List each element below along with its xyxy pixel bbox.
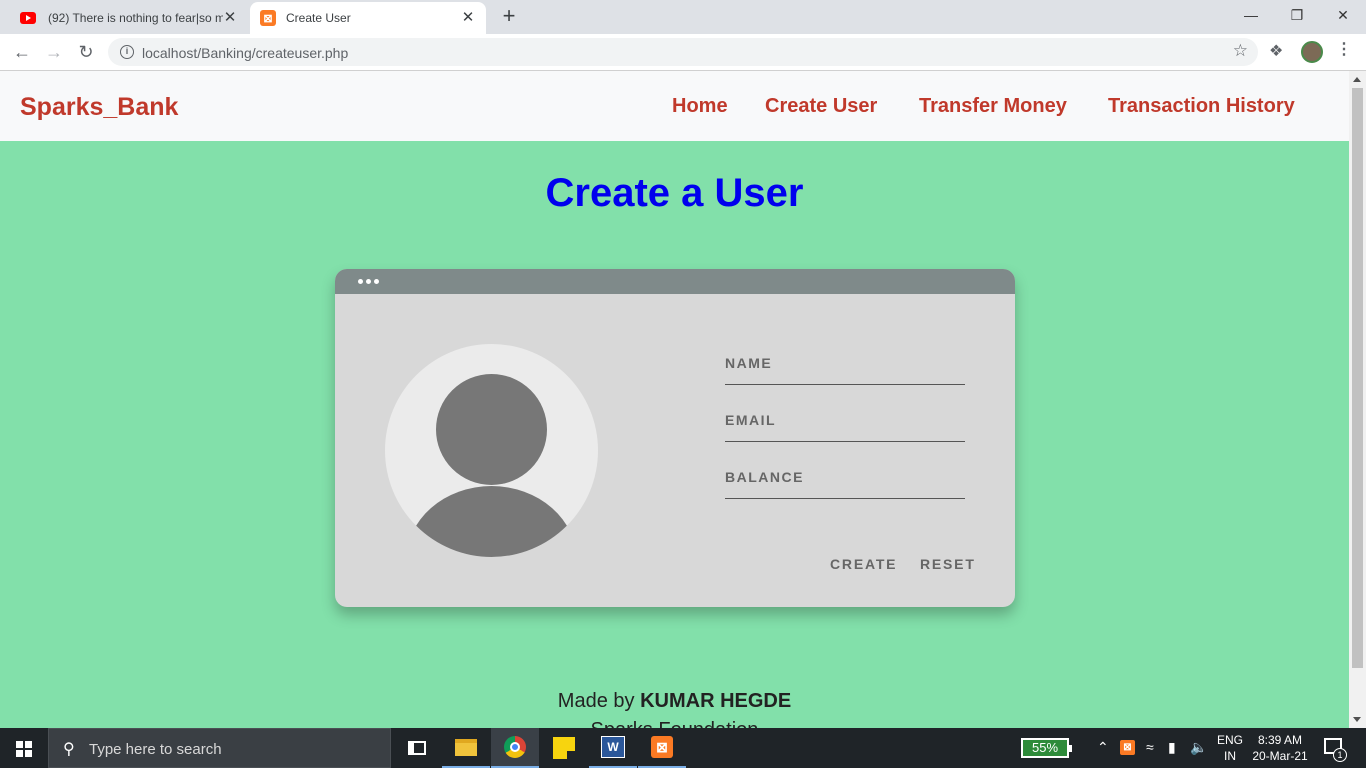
chrome-button[interactable] <box>491 728 539 768</box>
address-bar[interactable]: i localhost/Banking/createuser.php ☆ <box>108 38 1258 66</box>
avatar[interactable] <box>1301 41 1323 63</box>
tab-youtube[interactable]: (92) There is nothing to fear|so m ✕ <box>8 2 248 34</box>
browser-toolbar: ← → ↻ i localhost/Banking/createuser.php… <box>0 34 1366 71</box>
folder-icon <box>455 738 477 756</box>
word-icon: W <box>601 736 625 758</box>
task-view-icon <box>408 741 426 755</box>
taskbar-search[interactable]: ⚲ Type here to search <box>48 728 391 768</box>
chevron-up-icon[interactable]: ⌃ <box>1097 739 1109 756</box>
name-field <box>725 345 965 385</box>
language-indicator[interactable]: ENG IN <box>1214 732 1246 764</box>
balance-input[interactable] <box>725 459 965 498</box>
region-code: IN <box>1224 749 1236 763</box>
chrome-icon <box>504 736 526 758</box>
word-button[interactable]: W <box>589 728 637 768</box>
tab-title: Create User <box>286 11 351 25</box>
page-viewport: Sparks_Bank Home Create User Transfer Mo… <box>0 71 1349 728</box>
sticky-notes-icon <box>553 737 575 759</box>
xampp-button[interactable]: ⊠ <box>638 728 686 768</box>
notification-count: 1 <box>1333 748 1347 762</box>
nav-home[interactable]: Home <box>672 95 728 118</box>
restore-button[interactable]: ❐ <box>1274 0 1320 30</box>
create-button[interactable]: CREATE <box>830 556 897 572</box>
xampp-icon: ⊠ <box>260 10 276 26</box>
dot-icon <box>374 279 379 284</box>
footer-organization: Sparks Foundation <box>0 719 1349 728</box>
extensions-icon[interactable]: ❖ <box>1269 41 1283 61</box>
nav-create-user[interactable]: Create User <box>765 95 877 118</box>
create-user-card: CREATE RESET <box>335 269 1015 607</box>
more-menu-icon[interactable]: ⋮ <box>1336 39 1352 59</box>
date: 20-Mar-21 <box>1252 749 1308 763</box>
battery-indicator[interactable]: 55% <box>1021 738 1072 758</box>
brand-logo[interactable]: Sparks_Bank <box>20 93 178 122</box>
volume-icon[interactable]: 🔈 <box>1190 739 1207 756</box>
footer-author: KUMAR HEGDE <box>640 690 792 712</box>
back-arrow-icon[interactable]: ← <box>10 40 34 64</box>
balance-field <box>725 459 965 499</box>
sticky-notes-button[interactable] <box>540 728 588 768</box>
xampp-tray-icon[interactable]: ⊠ <box>1120 740 1135 755</box>
nav-transfer-money[interactable]: Transfer Money <box>919 95 1067 118</box>
reset-button[interactable]: RESET <box>920 556 976 572</box>
file-explorer-button[interactable] <box>442 728 490 768</box>
scroll-thumb[interactable] <box>1352 88 1363 668</box>
nav-transaction-history[interactable]: Transaction History <box>1108 95 1295 118</box>
new-tab-button[interactable]: + <box>495 5 523 29</box>
wifi-icon[interactable]: ≈ <box>1146 739 1154 755</box>
clock[interactable]: 8:39 AM 20-Mar-21 <box>1250 732 1310 764</box>
close-icon[interactable]: ✕ <box>222 10 238 26</box>
card-title-bar <box>335 269 1015 294</box>
email-field <box>725 402 965 442</box>
time: 8:39 AM <box>1257 733 1303 747</box>
start-button[interactable] <box>0 728 48 768</box>
tab-create-user[interactable]: ⊠ Create User ✕ <box>250 2 486 34</box>
page-title: Create a User <box>545 171 804 215</box>
tab-title: (92) There is nothing to fear|so m <box>48 11 223 25</box>
name-input[interactable] <box>725 345 965 384</box>
reload-icon[interactable]: ↻ <box>74 40 98 64</box>
minimize-button[interactable]: — <box>1228 0 1274 30</box>
email-input[interactable] <box>725 402 965 441</box>
windows-taskbar: ⚲ Type here to search W ⊠ 55% ⌃ ⊠ ≈ ▮ 🔈 … <box>0 728 1366 768</box>
site-navbar: Sparks_Bank Home Create User Transfer Mo… <box>0 71 1349 141</box>
search-icon: ⚲ <box>63 741 75 758</box>
lang-code: ENG <box>1216 733 1243 747</box>
task-view-button[interactable] <box>393 728 441 768</box>
window-close-button[interactable]: ✕ <box>1320 0 1366 30</box>
scroll-down-icon[interactable] <box>1353 717 1361 722</box>
dot-icon <box>358 279 363 284</box>
scroll-up-icon[interactable] <box>1353 77 1361 82</box>
info-icon[interactable]: i <box>120 45 134 59</box>
url-text[interactable]: localhost/Banking/createuser.php <box>142 45 348 61</box>
star-icon[interactable]: ☆ <box>1233 41 1248 61</box>
forward-arrow-icon[interactable]: → <box>42 40 66 64</box>
dot-icon <box>366 279 371 284</box>
avatar-head <box>436 374 547 485</box>
footer-credit: Made by KUMAR HEGDE <box>0 690 1349 713</box>
search-placeholder: Type here to search <box>89 741 222 758</box>
tab-strip: (92) There is nothing to fear|so m ✕ ⊠ C… <box>0 0 1366 34</box>
youtube-icon <box>20 12 36 24</box>
user-avatar-icon <box>385 344 598 557</box>
vertical-scrollbar[interactable] <box>1349 71 1366 728</box>
avatar-body <box>406 486 577 557</box>
battery-icon[interactable]: ▮ <box>1168 739 1176 756</box>
footer-prefix: Made by <box>557 690 635 712</box>
xampp-icon: ⊠ <box>651 736 673 758</box>
close-icon[interactable]: ✕ <box>460 10 476 26</box>
windows-icon <box>16 741 32 757</box>
